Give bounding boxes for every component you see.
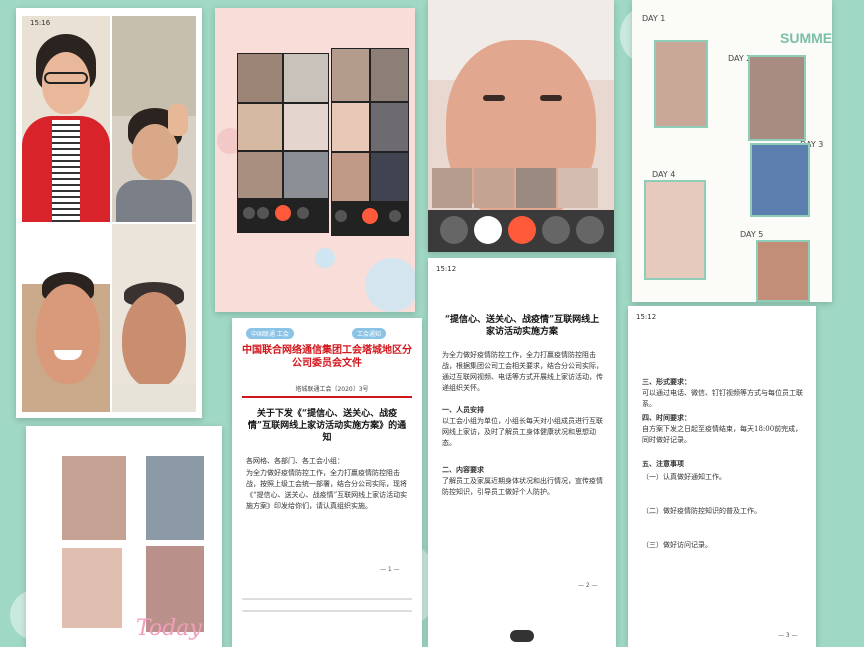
thumbnail [474,168,514,208]
item-text: 自方案下发之日起至疫情结束，每天18:00前完成，同时做好记录。 [642,425,803,444]
home-button[interactable] [510,630,534,642]
plan-intro: 为全力做好疫情防控工作，全力打赢疫情防控阻击战，根据集团公司工会相关要求，结合分… [442,351,603,392]
plan-title: “提信心、送关心、战疫情”互联网线上家访活动实施方案 [444,315,600,337]
tile [284,54,328,102]
page-number: — 2 — [578,582,598,589]
note-item: （三）做好访问记录。 [642,541,712,549]
call-collage: Today [26,426,222,647]
shirt [112,384,196,412]
face [36,284,100,384]
tile [371,103,408,151]
call-end-button[interactable] [508,216,536,244]
plan-document-page: 15:12 “提信心、送关心、战疫情”互联网线上家访活动实施方案 为全力做好疫情… [428,258,616,647]
tile [238,104,282,150]
scrapbook-photo [756,240,810,302]
eye [540,95,562,101]
video-tile-smiling-man [22,224,110,412]
eye [483,95,505,101]
tile [332,103,369,151]
mic-button[interactable] [335,210,347,222]
scrapbook-photo [748,55,806,141]
status-bar: 15:16 [30,19,51,27]
mic-button[interactable] [440,216,468,244]
scrapbook-photo [750,143,810,217]
collage-photo [146,456,204,540]
window-background [112,16,196,116]
collage-photo [62,548,122,628]
page-number: — 3 — [778,632,798,639]
section-heading: 一、人员安排 [442,405,484,414]
face [122,292,186,388]
footer-line [242,598,412,600]
thumbnail [432,168,472,208]
screen-share-button[interactable] [576,216,604,244]
mic-button[interactable] [243,207,255,219]
camera-button[interactable] [389,210,401,222]
two-phone-video-grid [215,8,415,312]
document-number: 塔城联通工会〔2020〕3号 [295,386,369,393]
tile [332,49,369,101]
phone-screen-b [331,48,409,236]
glasses [44,72,88,84]
notice-document: 中国联通 工会 工会通知 中国联合网络通信集团工会塔城地区分公司委员会文件 塔城… [232,318,422,647]
section-text: 以工会小组为单位，小组长每天对小组成员进行互联网线上家访，及时了解员工身体健康状… [442,417,603,447]
video-tile-woman-glasses: 15:16 [22,16,110,222]
bubble-decoration [315,248,335,268]
header-tag-right: 工会通知 [352,328,387,339]
day-label: DAY 5 [740,230,764,239]
tile [371,153,408,201]
thumbnail [516,168,556,208]
document-body: 为全力做好疫情防控工作，全力打赢疫情防控阻击战，按照上级工会统一部署，结合分公司… [246,469,408,510]
header-tag-left: 中国联通 工会 [246,328,294,339]
grey-top [116,180,192,222]
note-item: （一）认真做好通知工作。 [642,473,726,481]
day-label: DAY 4 [652,170,676,179]
speaker-button[interactable] [474,216,502,244]
day-label: DAY 1 [642,14,666,23]
brand-text: SUMME [780,30,832,46]
call-end-button[interactable] [362,208,378,224]
hand [168,104,188,136]
item-heading: 三、形式要求： [642,377,691,386]
document-header: 中国联合网络通信集团工会塔城地区分公司委员会文件 [242,345,412,369]
tile [332,153,369,201]
status-bar: 15:12 [636,313,657,321]
scrapbook-photo [654,40,708,128]
red-divider [242,396,412,398]
collage-photo [62,456,126,540]
bubble-decoration [365,258,415,312]
section-text: 了解员工及家属近期身体状况和出行情况，宣传疫情防控知识，引导员工做好个人防护。 [442,477,603,496]
document-subject: 关于下发《“提信心、送关心、战疫情”互联网线上家访活动实施方案》的通知 [247,409,407,443]
script-text: Today [136,616,202,641]
footer-line [242,610,412,612]
striped-shirt [52,120,80,222]
tile [371,49,408,101]
video-tile-woman-peace-sign [112,16,196,222]
camera-button[interactable] [297,207,309,219]
scrapbook-photo [644,180,706,280]
tile [238,152,282,198]
salutation: 各网格、各部门、各工会小组： [246,457,344,465]
camera-button[interactable] [542,216,570,244]
note-item: （二）做好疫情防控知识的普及工作。 [642,507,761,515]
plan-document-page-2: 15:12 三、形式要求： 可以通过电话、微信、钉钉视频等方式与每位员工联系。 … [628,306,816,647]
tile [284,104,328,150]
section-heading: 五、注意事项 [642,459,684,468]
thumbnail [558,168,598,208]
tile [284,152,328,198]
scrapbook-page: SUMME DAY 1 DAY 2 DAY 3 DAY 4 DAY 5 [632,0,832,302]
page-number: — 1 — [380,566,400,573]
video-call-grid-screenshot: 15:16 [16,8,202,418]
tile [238,54,282,102]
item-text: 可以通过电话、微信、钉钉视频等方式与每位员工联系。 [642,389,803,408]
phone-screen-a [237,53,329,233]
section-heading: 二、内容要求 [442,465,484,474]
status-bar: 15:12 [436,265,457,273]
speaker-button[interactable] [257,207,269,219]
video-tile-older-man [112,224,196,412]
item-heading: 四、时间要求： [642,413,691,422]
call-end-button[interactable] [275,205,291,221]
closeup-call-screenshot [428,0,614,252]
